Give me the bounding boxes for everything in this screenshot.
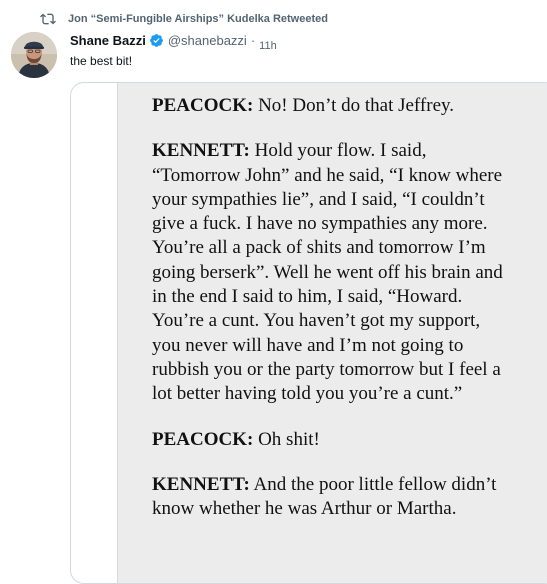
retweet-context: Jon “Semi-Fungible Airships” Kudelka Ret… xyxy=(40,11,328,27)
transcript: PEACOCK: No! Don’t do that Jeffrey. KENNE… xyxy=(152,94,512,542)
speaker-line: No! Don’t do that Jeffrey. xyxy=(253,95,455,116)
verified-badge-icon xyxy=(149,34,163,47)
speaker-line: Hold your flow. I said, “Tomorrow John” … xyxy=(152,140,503,405)
author-name[interactable]: Shane Bazzi xyxy=(70,33,146,48)
speaker-name: PEACOCK: xyxy=(152,428,254,450)
speaker-line: Oh shit! xyxy=(253,428,320,450)
speaker-name: KENNETT: xyxy=(152,140,250,162)
speaker-name: PEACOCK: xyxy=(152,95,254,116)
retweet-icon xyxy=(40,13,56,25)
avatar-image xyxy=(11,32,57,78)
attached-image[interactable]: PEACOCK: No! Don’t do that Jeffrey. KENNE… xyxy=(70,82,547,584)
transcript-paragraph: KENNETT: Hold your flow. I said, “Tomorr… xyxy=(152,139,512,406)
timestamp[interactable]: 11h xyxy=(259,40,277,52)
transcript-paragraph: PEACOCK: No! Don’t do that Jeffrey. xyxy=(152,94,512,118)
tweet-text: the best bit! xyxy=(70,54,133,68)
retweet-label[interactable]: Jon “Semi-Fungible Airships” Kudelka Ret… xyxy=(68,13,328,25)
transcript-paragraph: PEACOCK: Oh shit! xyxy=(152,428,512,452)
tweet-header: Shane Bazzi @shanebazzi · 11h xyxy=(70,33,277,52)
transcript-page: PEACOCK: No! Don’t do that Jeffrey. KENNE… xyxy=(117,83,547,583)
avatar[interactable] xyxy=(11,32,57,78)
speaker-name: KENNETT: xyxy=(152,473,250,495)
author-handle[interactable]: @shanebazzi xyxy=(168,33,247,48)
separator-dot: · xyxy=(250,33,256,48)
transcript-paragraph: KENNETT: And the poor little fellow didn… xyxy=(152,473,512,522)
